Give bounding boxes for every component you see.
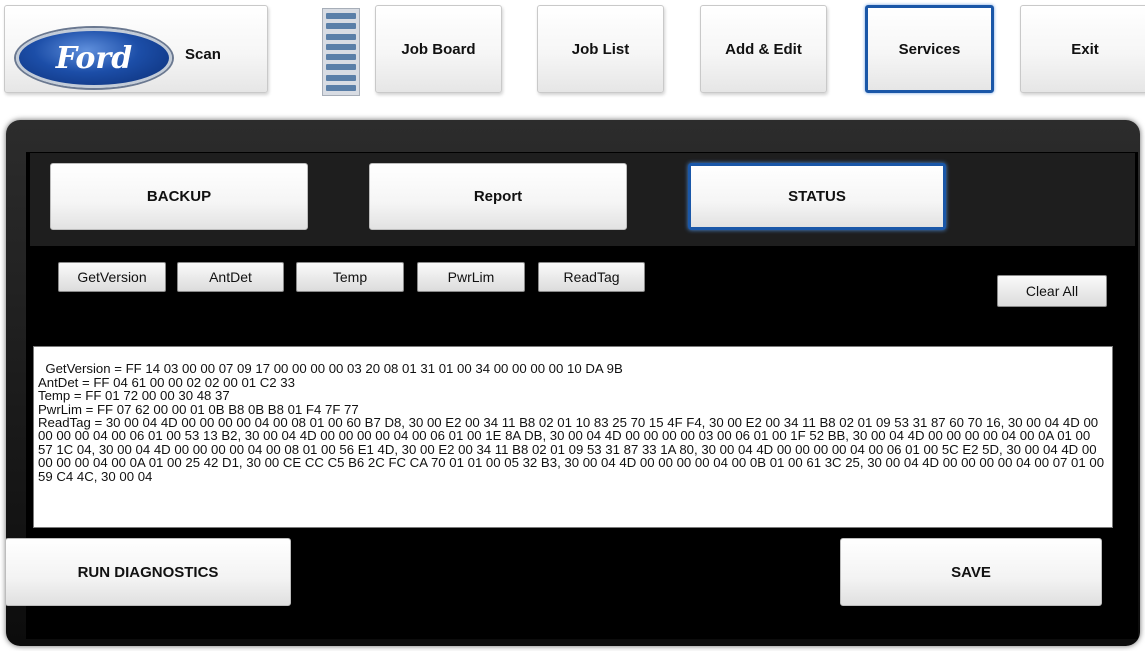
get-version-label: GetVersion [77,269,147,285]
ford-logo-text: Ford [55,40,133,76]
run-diagnostics-button[interactable]: RUN DIAGNOSTICS [5,538,291,606]
read-tag-label: ReadTag [563,269,620,285]
save-button[interactable]: SAVE [840,538,1102,606]
add-edit-label: Add & Edit [725,40,802,58]
add-edit-button[interactable]: Add & Edit [700,5,827,93]
hamburger-icon[interactable] [322,8,360,96]
ant-det-label: AntDet [209,269,252,285]
read-tag-button[interactable]: ReadTag [538,262,645,292]
clear-all-button[interactable]: Clear All [997,275,1107,307]
run-diagnostics-label: RUN DIAGNOSTICS [77,563,219,581]
temp-button[interactable]: Temp [296,262,404,292]
exit-button[interactable]: Exit [1020,5,1145,93]
pwr-lim-label: PwrLim [447,269,495,285]
status-output-textarea[interactable]: GetVersion = FF 14 03 00 00 07 09 17 00 … [33,346,1113,528]
save-label: SAVE [951,563,991,581]
tab-backup-label: BACKUP [146,188,212,205]
exit-label: Exit [1071,40,1099,58]
scan-button[interactable]: Ford Scan [4,5,268,93]
tab-report-label: Report [473,188,523,205]
status-output-text: GetVersion = FF 14 03 00 00 07 09 17 00 … [38,361,1105,484]
job-list-label: Job List [571,40,630,58]
temp-label: Temp [332,269,368,285]
services-label: Services [898,40,961,58]
job-board-button[interactable]: Job Board [375,5,502,93]
services-button[interactable]: Services [865,5,994,93]
get-version-button[interactable]: GetVersion [58,262,166,292]
scan-label: Scan [185,46,221,63]
clear-all-label: Clear All [1025,283,1079,299]
job-list-button[interactable]: Job List [537,5,664,93]
pwr-lim-button[interactable]: PwrLim [417,262,525,292]
ant-det-button[interactable]: AntDet [177,262,284,292]
ford-logo: Ford [16,28,172,88]
tab-status-label: STATUS [788,188,846,205]
tab-backup[interactable]: BACKUP [50,163,308,230]
tab-status[interactable]: STATUS [688,163,946,230]
job-board-label: Job Board [401,40,476,58]
tab-report[interactable]: Report [369,163,627,230]
